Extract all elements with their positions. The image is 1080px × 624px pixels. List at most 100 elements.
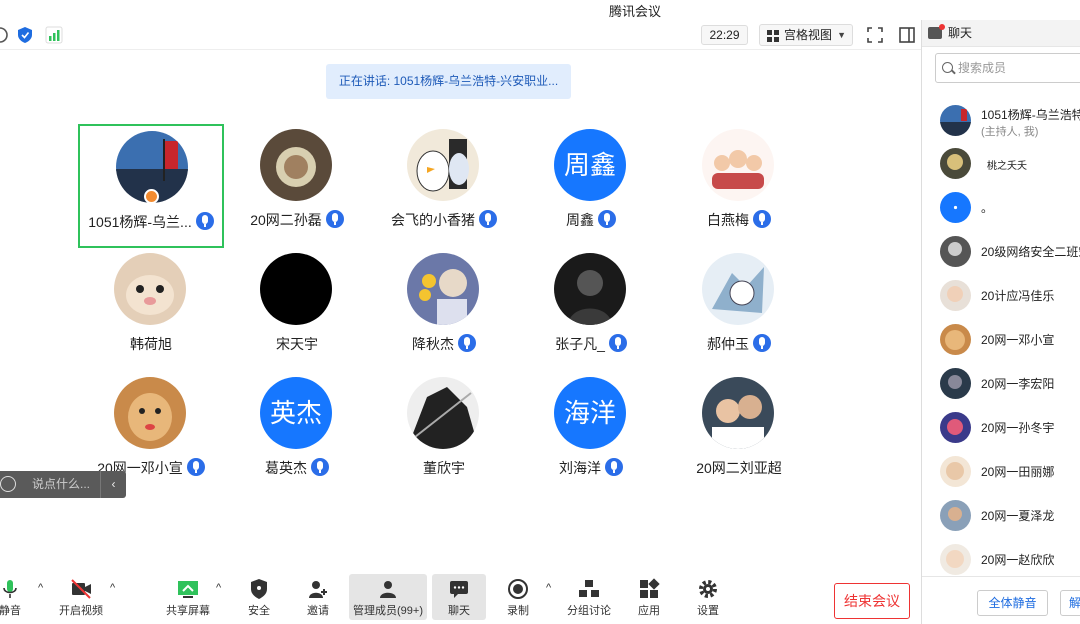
invite-button[interactable]: 邀请 bbox=[288, 574, 348, 620]
window-title: 腾讯会议 bbox=[608, 4, 661, 19]
main-area: 22:29 宫格视图 ▼ 正在讲话: 1051杨辉-乌兰浩特-兴安职业... 1… bbox=[0, 20, 921, 624]
member-list-item[interactable]: 。 bbox=[940, 190, 1080, 226]
participant-tile[interactable]: 20网二刘亚超 bbox=[666, 372, 812, 496]
chat-label: 聊天 bbox=[448, 605, 470, 617]
apps-button[interactable]: 应用 bbox=[619, 574, 679, 620]
tab-chat-label: 聊天 bbox=[948, 26, 973, 40]
member-list-item[interactable]: 20级网络安全二班宋 bbox=[940, 234, 1080, 270]
member-list-item[interactable]: 20网一田丽娜 bbox=[940, 454, 1080, 490]
share-screen-button[interactable]: 共享屏幕 bbox=[158, 574, 218, 620]
member-list-item[interactable]: 20网一孙冬宇 bbox=[940, 410, 1080, 446]
avatar bbox=[940, 500, 971, 531]
breakout-button[interactable]: 分组讨论 bbox=[559, 574, 619, 620]
sidebar-toggle-icon[interactable] bbox=[898, 26, 916, 44]
speaking-indicator: 正在讲话: 1051杨辉-乌兰浩特-兴安职业... bbox=[326, 64, 571, 99]
participant-tile[interactable]: 宋天宇 bbox=[224, 248, 370, 372]
caret-up-icon[interactable]: ^ bbox=[216, 582, 221, 594]
caret-up-icon[interactable]: ^ bbox=[38, 582, 43, 594]
participant-tile[interactable]: 周鑫 周鑫 bbox=[518, 124, 664, 248]
chat-input-placeholder: 说点什么... bbox=[32, 477, 91, 491]
status-icon[interactable] bbox=[0, 26, 9, 44]
avatar: 英杰 bbox=[260, 377, 332, 449]
participant-tile[interactable]: 韩荷旭 bbox=[78, 248, 224, 372]
caret-up-icon[interactable]: ^ bbox=[110, 582, 115, 594]
participant-tile[interactable]: 1051杨辉-乌兰... bbox=[78, 124, 224, 248]
apps-label: 应用 bbox=[638, 605, 660, 617]
member-name: 。 bbox=[981, 201, 994, 215]
avatar bbox=[702, 253, 774, 325]
video-button[interactable]: 开启视频 bbox=[51, 574, 111, 620]
tab-chat[interactable]: 聊天 bbox=[922, 20, 1080, 47]
mute-all-button[interactable]: 全体静音 bbox=[977, 590, 1048, 616]
member-list-item[interactable]: 20计应冯佳乐 bbox=[940, 278, 1080, 314]
chat-quick-input[interactable]: 说点什么... ‹ bbox=[0, 471, 126, 498]
participant-tile[interactable]: 郝仲玉 bbox=[666, 248, 812, 372]
member-list-item[interactable]: 1051杨辉-乌兰浩特 (主持人, 我) bbox=[940, 103, 1080, 139]
avatar bbox=[407, 253, 479, 325]
microphone-icon bbox=[195, 212, 214, 230]
camera-off-icon bbox=[71, 579, 91, 599]
share-screen-label: 共享屏幕 bbox=[166, 605, 210, 617]
avatar bbox=[940, 236, 971, 267]
microphone-icon bbox=[311, 458, 329, 476]
chat-button[interactable]: 聊天 bbox=[432, 574, 486, 620]
settings-button[interactable]: 设置 bbox=[678, 574, 738, 620]
avatar bbox=[940, 192, 971, 223]
grid-icon bbox=[767, 30, 779, 42]
end-meeting-button[interactable]: 结束会议 bbox=[834, 583, 910, 619]
avatar: 海洋 bbox=[554, 377, 626, 449]
member-name: 桃之夭夭 bbox=[987, 161, 1027, 172]
avatar bbox=[702, 129, 774, 201]
member-list-item[interactable]: 20网一李宏阳 bbox=[940, 366, 1080, 402]
participant-tile[interactable]: 降秋杰 bbox=[371, 248, 517, 372]
member-list-item[interactable]: 桃之夭夭 bbox=[940, 146, 1080, 182]
participant-tile[interactable]: 英杰 葛英杰 bbox=[224, 372, 370, 496]
member-list-item[interactable]: 20网一夏泽龙 bbox=[940, 498, 1080, 534]
member-list-item[interactable]: 20网一邓小宣 bbox=[940, 322, 1080, 358]
search-icon bbox=[942, 62, 953, 73]
avatar bbox=[940, 324, 971, 355]
microphone-icon bbox=[3, 580, 17, 598]
participant-tile[interactable]: 张子凡_ bbox=[518, 248, 664, 372]
manage-members-button[interactable]: 管理成员(99+) bbox=[349, 574, 427, 620]
participant-name: 刘海洋 bbox=[559, 460, 601, 476]
invite-label: 邀请 bbox=[307, 605, 329, 617]
avatar bbox=[407, 377, 479, 449]
signal-icon[interactable] bbox=[45, 26, 63, 44]
avatar bbox=[940, 280, 971, 311]
microphone-icon bbox=[753, 210, 771, 228]
avatar bbox=[940, 544, 971, 575]
view-mode-label: 宫格视图 bbox=[784, 28, 833, 42]
breakout-label: 分组讨论 bbox=[567, 605, 611, 617]
avatar bbox=[940, 368, 971, 399]
shield-icon bbox=[251, 579, 267, 599]
mute-button[interactable]: 静音 bbox=[0, 574, 40, 620]
participant-tile[interactable]: 海洋 刘海洋 bbox=[518, 372, 664, 496]
participant-name: 郝仲玉 bbox=[707, 336, 749, 352]
collapse-chevron-icon[interactable]: ‹ bbox=[100, 471, 126, 498]
member-search-input[interactable]: 搜索成员 bbox=[935, 53, 1080, 83]
participant-tile[interactable]: 白燕梅 bbox=[666, 124, 812, 248]
member-list-item[interactable]: 20网一赵欣欣 bbox=[940, 542, 1080, 578]
shield-icon[interactable] bbox=[16, 26, 34, 44]
participant-tile[interactable]: 20网二孙磊 bbox=[224, 124, 370, 248]
emoji-icon[interactable] bbox=[0, 476, 16, 492]
participant-tile[interactable]: 会飞的小香猪 bbox=[371, 124, 517, 248]
security-button[interactable]: 安全 bbox=[229, 574, 289, 620]
unmute-all-button[interactable]: 解 bbox=[1060, 590, 1080, 616]
record-label: 录制 bbox=[507, 605, 529, 617]
member-name: 20网一李宏阳 bbox=[981, 377, 1055, 391]
member-actions-bar: 全体静音 解 bbox=[922, 576, 1080, 624]
record-button[interactable]: 录制 bbox=[488, 574, 548, 620]
participant-tile[interactable]: 董欣宇 bbox=[371, 372, 517, 496]
fullscreen-icon[interactable] bbox=[866, 26, 884, 44]
microphone-icon bbox=[753, 334, 771, 352]
manage-members-label: 管理成员(99+) bbox=[353, 605, 423, 617]
view-mode-select[interactable]: 宫格视图 ▼ bbox=[759, 24, 853, 46]
member-name: 20级网络安全二班宋 bbox=[981, 245, 1080, 259]
microphone-icon bbox=[479, 210, 497, 228]
caret-up-icon[interactable]: ^ bbox=[546, 582, 551, 594]
member-name: 20计应冯佳乐 bbox=[981, 289, 1055, 303]
participant-name: 白燕梅 bbox=[707, 212, 749, 228]
avatar bbox=[260, 253, 332, 325]
